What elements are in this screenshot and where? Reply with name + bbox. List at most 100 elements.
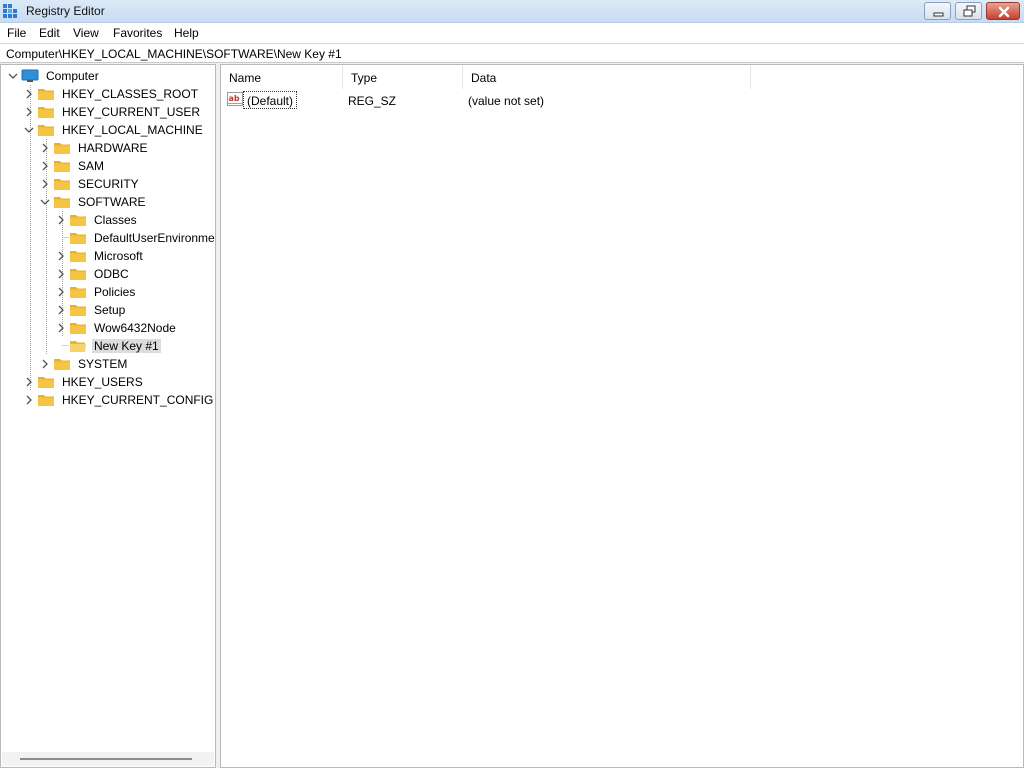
- tree-item-hkey-local-machine[interactable]: HKEY_LOCAL_MACHINE: [23, 121, 215, 139]
- folder-icon: [53, 159, 71, 173]
- tree-item-label: Policies: [94, 285, 136, 299]
- tree-item-label: HKEY_USERS: [62, 375, 143, 389]
- svg-text:ab: ab: [229, 94, 240, 103]
- chevron-right-icon[interactable]: [23, 394, 35, 406]
- chevron-right-icon[interactable]: [55, 268, 67, 280]
- address-path[interactable]: Computer\HKEY_LOCAL_MACHINE\SOFTWARE\New…: [6, 47, 342, 61]
- chevron-down-icon[interactable]: [23, 124, 35, 136]
- tree-item-label: SOFTWARE: [78, 195, 146, 209]
- tree-item-label: Microsoft: [94, 249, 143, 263]
- folder-icon: [53, 195, 71, 209]
- chevron-right-icon[interactable]: [55, 250, 67, 262]
- chevron-right-icon[interactable]: [23, 376, 35, 388]
- list-header: Name Type Data: [221, 65, 1023, 89]
- folder-icon: [69, 321, 87, 335]
- close-icon: [998, 6, 1010, 18]
- value-data: (value not set): [468, 94, 545, 108]
- folder-icon: [37, 87, 55, 101]
- column-header-type[interactable]: Type: [343, 65, 463, 89]
- values-list-pane[interactable]: Name Type Data ab (Default) REG_SZ (valu…: [220, 64, 1024, 768]
- chevron-down-icon[interactable]: [7, 70, 19, 82]
- value-type: REG_SZ: [348, 94, 397, 108]
- tree-item-setup[interactable]: Setup: [55, 301, 215, 319]
- column-header-name[interactable]: Name: [221, 65, 343, 89]
- tree-item-odbc[interactable]: ODBC: [55, 265, 215, 283]
- chevron-right-icon[interactable]: [39, 358, 51, 370]
- chevron-right-icon[interactable]: [39, 160, 51, 172]
- tree-item-microsoft[interactable]: Microsoft: [55, 247, 215, 265]
- tree-item-label: HKEY_LOCAL_MACHINE: [62, 123, 203, 137]
- value-row-default[interactable]: ab (Default) REG_SZ (value not set): [221, 91, 1023, 109]
- value-name[interactable]: (Default): [243, 91, 298, 109]
- folder-icon: [69, 213, 87, 227]
- column-header-label: Data: [471, 71, 497, 85]
- menu-file[interactable]: File: [7, 26, 26, 40]
- restore-icon: [963, 5, 976, 17]
- restore-button[interactable]: [955, 2, 982, 20]
- tree-item-label: SYSTEM: [78, 357, 128, 371]
- menu-view[interactable]: View: [73, 26, 99, 40]
- tree-item-wow6432node[interactable]: Wow6432Node: [55, 319, 215, 337]
- address-bar[interactable]: Computer\HKEY_LOCAL_MACHINE\SOFTWARE\New…: [0, 43, 1024, 63]
- tree-item-label: DefaultUserEnvironmen: [94, 231, 216, 245]
- tree-item-label: Classes: [94, 213, 137, 227]
- chevron-right-icon[interactable]: [55, 304, 67, 316]
- close-button[interactable]: [986, 2, 1020, 20]
- chevron-right-icon[interactable]: [39, 142, 51, 154]
- menu-help[interactable]: Help: [174, 26, 199, 40]
- folder-icon: [69, 231, 87, 245]
- tree-item-label: SAM: [78, 159, 105, 173]
- title-bar[interactable]: Registry Editor: [0, 0, 1024, 23]
- folder-icon: [37, 393, 55, 407]
- column-header-data[interactable]: Data: [463, 65, 751, 89]
- registry-editor-app-icon: [3, 4, 17, 18]
- folder-icon: [37, 105, 55, 119]
- tree-item-system[interactable]: SYSTEM: [39, 355, 215, 373]
- tree-item-label: HKEY_CLASSES_ROOT: [62, 87, 199, 101]
- tree-item-hkey-current-config[interactable]: HKEY_CURRENT_CONFIG: [23, 391, 215, 409]
- tree-horizontal-scrollbar[interactable]: [2, 752, 214, 766]
- tree-item-label: ODBC: [94, 267, 129, 281]
- chevron-down-icon[interactable]: [39, 196, 51, 208]
- tree-item-security[interactable]: SECURITY: [39, 175, 215, 193]
- chevron-right-icon[interactable]: [55, 322, 67, 334]
- tree-item-label: New Key #1: [92, 339, 161, 353]
- folder-icon: [53, 357, 71, 371]
- chevron-right-icon[interactable]: [23, 106, 35, 118]
- tree-item-policies[interactable]: Policies: [55, 283, 215, 301]
- string-value-icon: ab: [227, 92, 243, 106]
- tree-item-new-key-1[interactable]: New Key #1: [55, 337, 215, 355]
- chevron-right-icon[interactable]: [55, 214, 67, 226]
- tree-item-classes[interactable]: Classes: [55, 211, 215, 229]
- tree-item-sam[interactable]: SAM: [39, 157, 215, 175]
- minimize-icon: [933, 12, 944, 17]
- window-title: Registry Editor: [26, 4, 105, 18]
- scrollbar-thumb[interactable]: [20, 758, 192, 760]
- tree-item-hardware[interactable]: HARDWARE: [39, 139, 215, 157]
- tree-item-computer[interactable]: Computer: [7, 67, 207, 85]
- column-header-label: Name: [229, 71, 262, 85]
- menu-bar: File Edit View Favorites Help: [0, 23, 1024, 43]
- minimize-button[interactable]: [924, 2, 951, 20]
- chevron-right-icon[interactable]: [39, 178, 51, 190]
- tree-item-hkey-users[interactable]: HKEY_USERS: [23, 373, 215, 391]
- menu-edit[interactable]: Edit: [39, 26, 60, 40]
- key-tree-pane[interactable]: Computer HKEY_CLASSES_ROOT HKEY_CURRENT_US…: [0, 64, 216, 768]
- tree-item-software[interactable]: SOFTWARE: [39, 193, 215, 211]
- menu-favorites[interactable]: Favorites: [113, 26, 162, 40]
- chevron-right-icon[interactable]: [23, 88, 35, 100]
- chevron-right-icon[interactable]: [55, 286, 67, 298]
- folder-icon: [69, 285, 87, 299]
- folder-icon: [37, 375, 55, 389]
- tree-item-label: SECURITY: [78, 177, 139, 191]
- folder-icon: [53, 141, 71, 155]
- column-header-label: Type: [351, 71, 378, 85]
- tree-item-defaultuserenvironmen[interactable]: DefaultUserEnvironmen: [55, 229, 216, 247]
- folder-open-icon: [69, 339, 87, 353]
- tree-item-hkey-current-user[interactable]: HKEY_CURRENT_USER: [23, 103, 215, 121]
- tree-item-label: HKEY_CURRENT_USER: [62, 105, 201, 119]
- tree-item-label: HKEY_CURRENT_CONFIG: [62, 393, 214, 407]
- tree-item-label: Computer: [46, 69, 99, 83]
- tree-item-hkey-classes-root[interactable]: HKEY_CLASSES_ROOT: [23, 85, 215, 103]
- tree-item-label: HARDWARE: [78, 141, 148, 155]
